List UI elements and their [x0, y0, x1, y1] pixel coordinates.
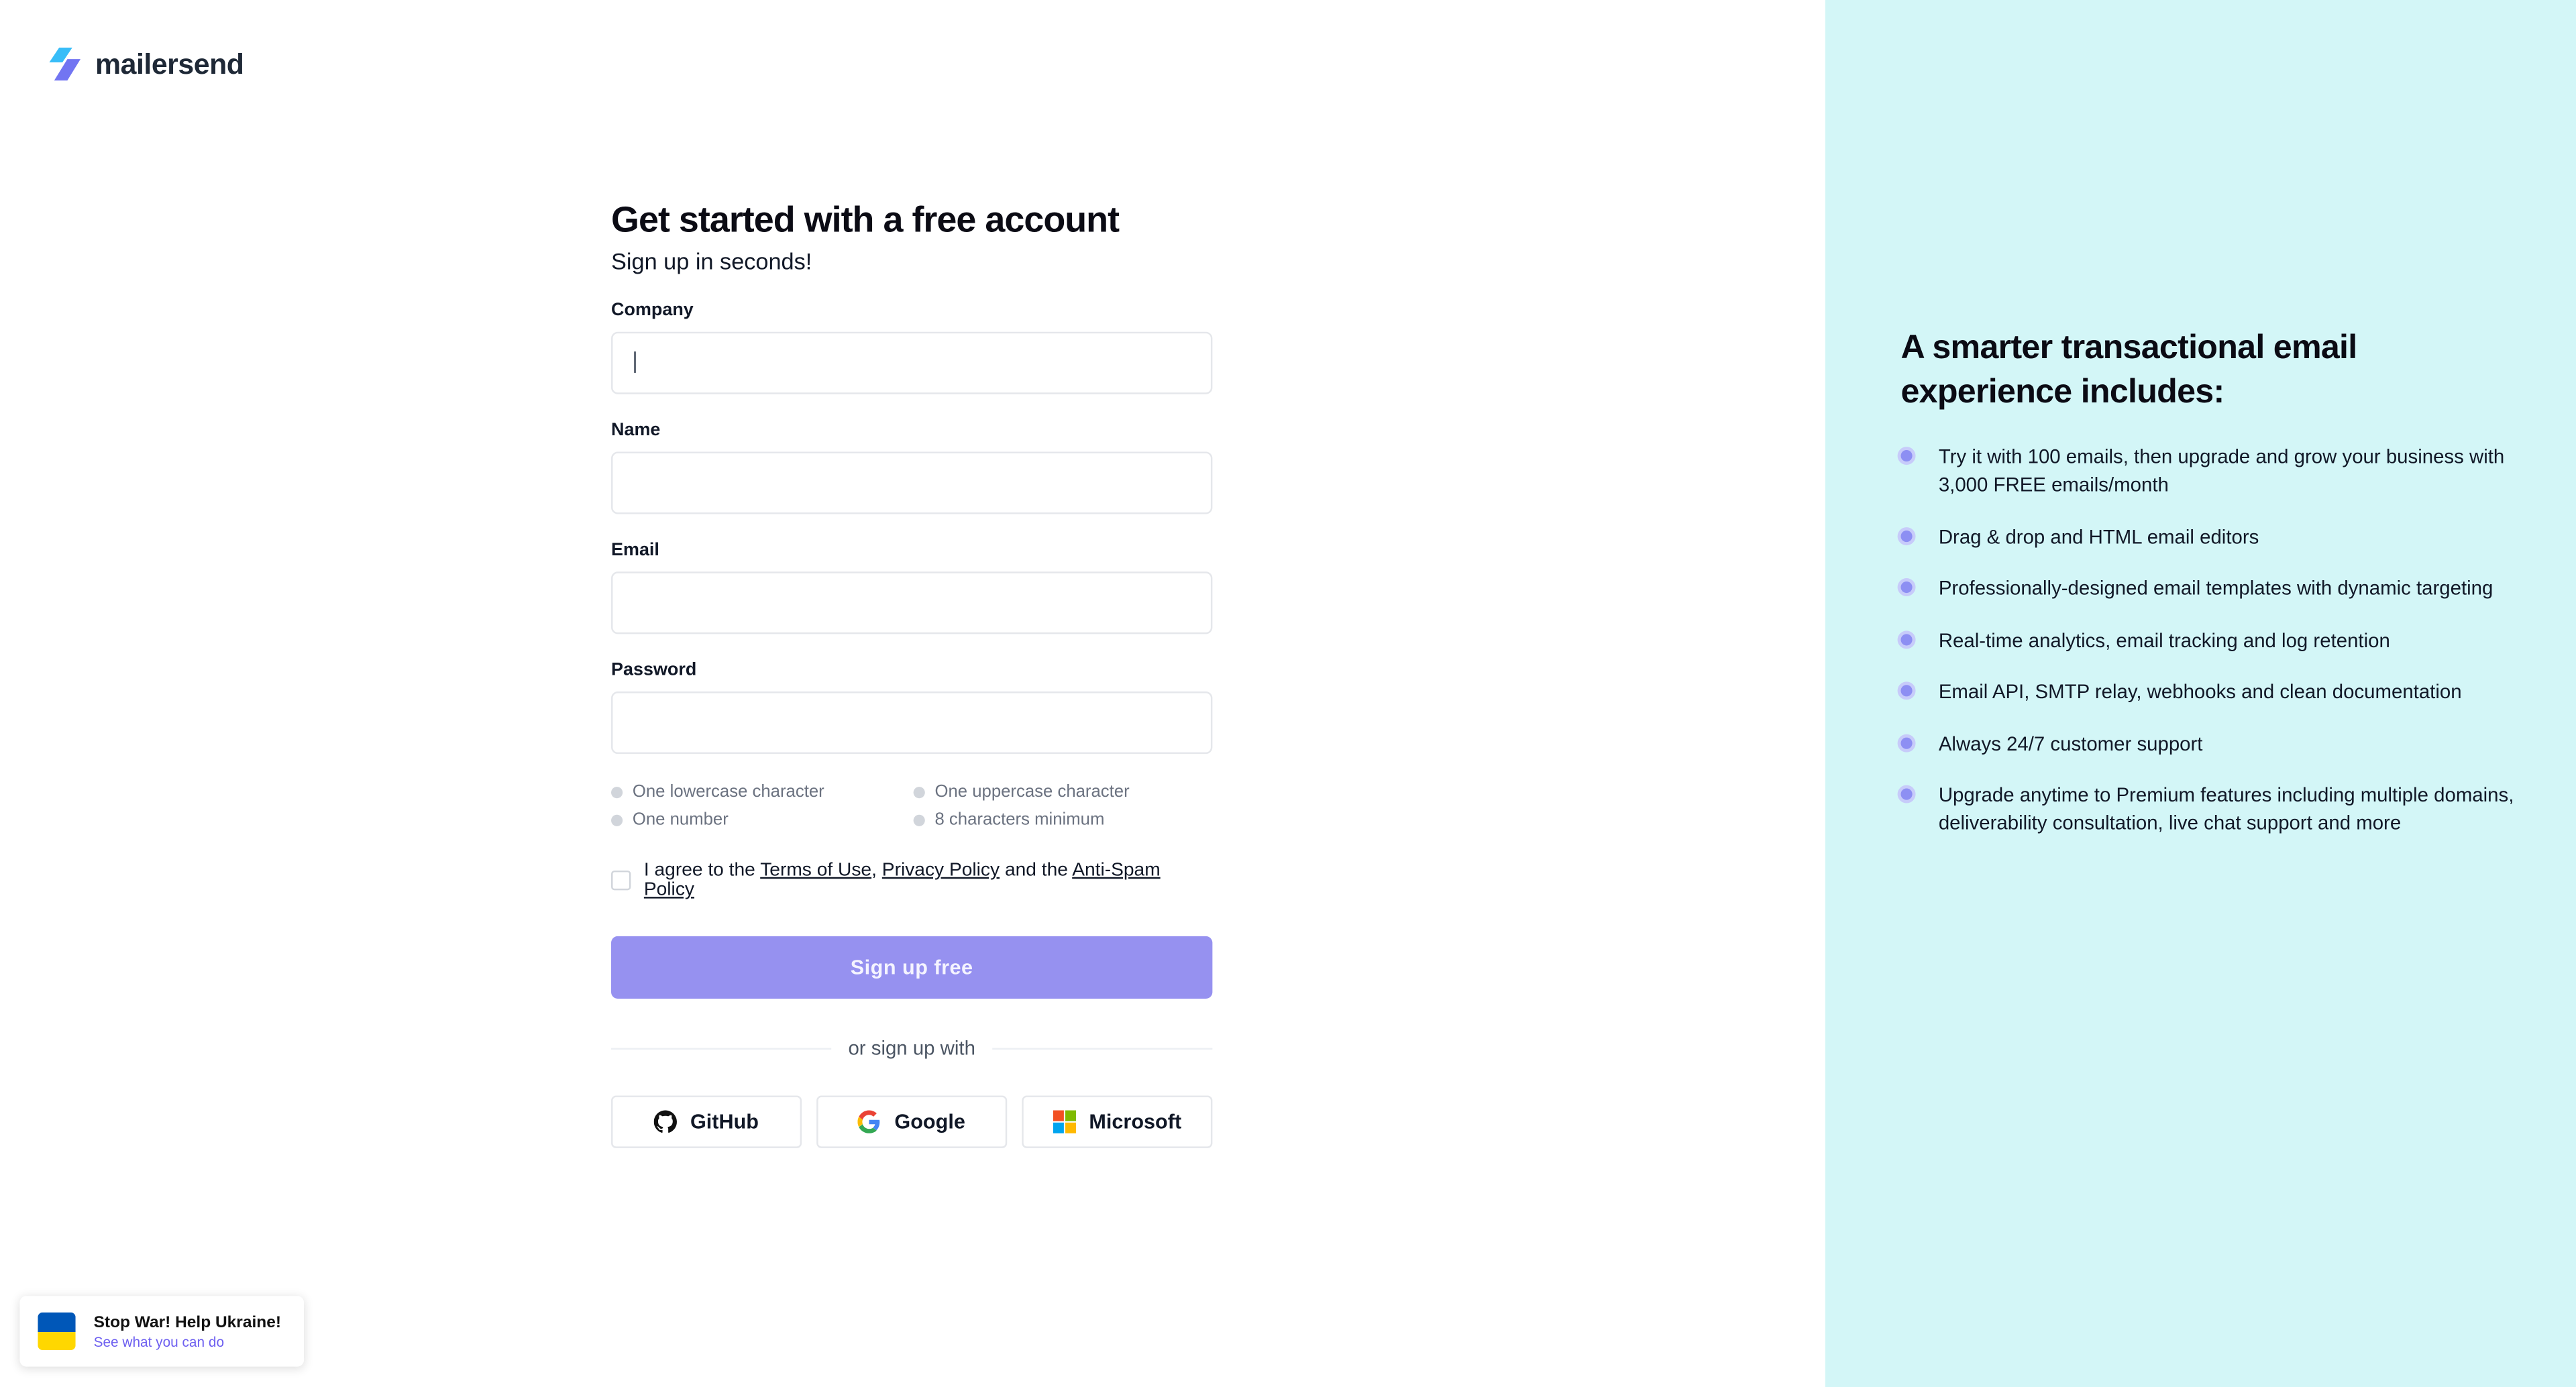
- brand-name: mailersend: [95, 46, 244, 80]
- ukraine-banner-title: Stop War! Help Ukraine!: [93, 1313, 282, 1331]
- name-field-group: Name: [611, 420, 1213, 514]
- password-rule: One lowercase character: [611, 782, 914, 801]
- terms-checkbox[interactable]: [611, 870, 631, 891]
- company-field-group: Company: [611, 300, 1213, 394]
- password-rule: 8 characters minimum: [913, 810, 1213, 830]
- rule-status-icon: [913, 785, 925, 797]
- agree-prefix: I agree to the: [643, 861, 755, 881]
- divider-line: [611, 1047, 832, 1049]
- list-item: Always 24/7 customer support: [1900, 730, 2525, 759]
- ukraine-banner-link[interactable]: See what you can do: [94, 1333, 281, 1349]
- page: mailersend Get started with a free accou…: [0, 0, 2576, 1387]
- email-label: Email: [611, 540, 659, 561]
- password-field-group: Password: [611, 660, 1213, 755]
- bullet-icon: [1900, 450, 1913, 462]
- name-label: Name: [611, 420, 661, 441]
- signup-form: Get started with a free account Sign up …: [611, 197, 1213, 1148]
- benefits-list: Try it with 100 emails, then upgrade and…: [1900, 443, 2525, 838]
- password-label: Password: [611, 660, 697, 680]
- password-rules: One lowercase character One uppercase ch…: [611, 782, 1212, 830]
- terms-agreement: I agree to the Terms of Use, Privacy Pol…: [611, 861, 1212, 900]
- terms-of-use-link[interactable]: Terms of Use: [760, 861, 871, 880]
- rule-status-icon: [913, 814, 925, 826]
- name-input[interactable]: [611, 451, 1213, 514]
- github-signup-button[interactable]: GitHub: [611, 1095, 802, 1148]
- bullet-icon: [1900, 633, 1913, 645]
- microsoft-icon: [1053, 1110, 1076, 1133]
- list-item: Email API, SMTP relay, webhooks and clea…: [1900, 678, 2525, 706]
- password-rule: One uppercase character: [913, 782, 1213, 801]
- list-item: Real-time analytics, email tracking and …: [1900, 626, 2525, 655]
- password-rule: One number: [611, 810, 914, 830]
- mailersend-logo-icon: [49, 48, 81, 81]
- page-subtitle: Sign up in seconds!: [611, 247, 812, 274]
- benefits-heading: A smarter transactional email experience…: [1900, 328, 2357, 411]
- password-input[interactable]: [611, 691, 1213, 755]
- google-signup-button[interactable]: Google: [816, 1095, 1008, 1148]
- bullet-icon: [1900, 736, 1913, 748]
- agree-and: and the: [1004, 861, 1068, 881]
- divider-line: [991, 1047, 1213, 1049]
- text-caret: [634, 351, 636, 373]
- bullet-icon: [1900, 529, 1913, 541]
- list-item: Try it with 100 emails, then upgrade and…: [1900, 443, 2525, 499]
- ukraine-flag-icon: [38, 1312, 76, 1351]
- list-item: Professionally-designed email templates …: [1900, 575, 2525, 603]
- list-item: Upgrade anytime to Premium features incl…: [1900, 782, 2525, 838]
- social-buttons: GitHub Google Microsoft: [611, 1095, 1213, 1148]
- sign-up-button[interactable]: Sign up free: [611, 936, 1213, 999]
- divider-text: or sign up with: [848, 1036, 975, 1060]
- rule-status-icon: [611, 785, 623, 797]
- social-divider: or sign up with: [611, 1036, 1213, 1060]
- bullet-icon: [1900, 788, 1913, 800]
- brand-logo[interactable]: mailersend: [46, 46, 244, 82]
- page-title: Get started with a free account: [611, 199, 1120, 240]
- email-input[interactable]: [611, 571, 1213, 634]
- bullet-icon: [1900, 685, 1913, 697]
- signup-panel: mailersend Get started with a free accou…: [0, 0, 1825, 1387]
- ukraine-banner[interactable]: Stop War! Help Ukraine! See what you can…: [19, 1296, 305, 1367]
- privacy-policy-link[interactable]: Privacy Policy: [882, 861, 1000, 880]
- benefits-panel: A smarter transactional email experience…: [1825, 0, 2576, 1387]
- list-item: Drag & drop and HTML email editors: [1900, 523, 2525, 551]
- bullet-icon: [1900, 581, 1913, 594]
- rule-status-icon: [611, 814, 623, 826]
- google-icon: [858, 1110, 881, 1133]
- email-field-group: Email: [611, 540, 1213, 634]
- company-input[interactable]: [611, 331, 1213, 394]
- microsoft-signup-button[interactable]: Microsoft: [1022, 1095, 1213, 1148]
- company-label: Company: [611, 300, 694, 321]
- benefits-section: A smarter transactional email experience…: [1900, 325, 2525, 862]
- github-icon: [654, 1110, 678, 1133]
